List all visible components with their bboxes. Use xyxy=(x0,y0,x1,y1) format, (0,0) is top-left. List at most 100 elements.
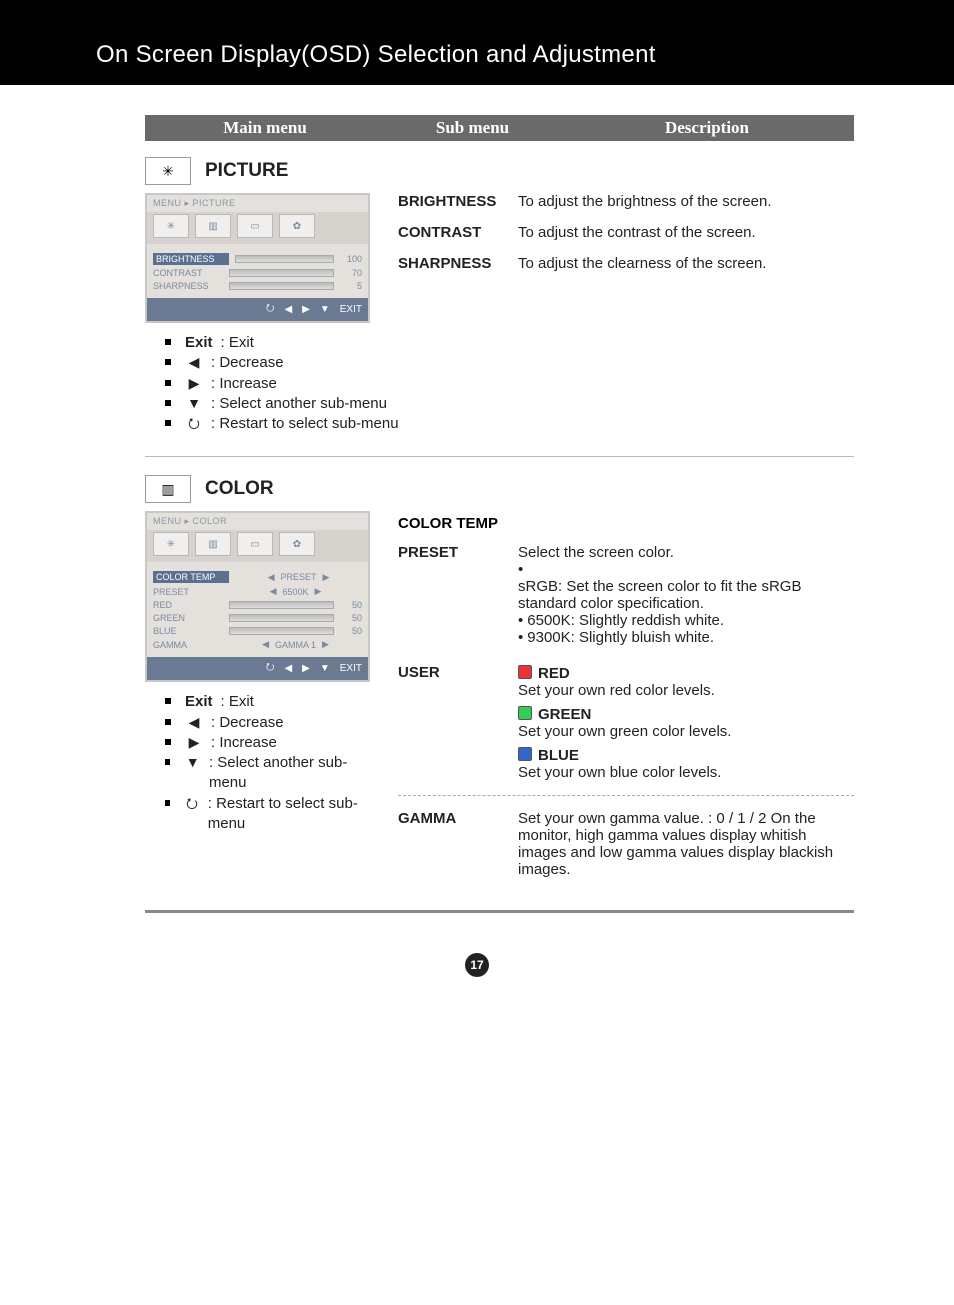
left-arrow-icon: ◀ xyxy=(185,713,203,732)
osd-row-blue[interactable]: BLUE 50 xyxy=(153,626,362,636)
legend-return: : Restart to select sub-menu xyxy=(211,414,399,434)
osd-tab-color-icon[interactable]: ▥ xyxy=(195,214,231,238)
legend-exit-desc: : Exit xyxy=(221,333,254,353)
red-desc: Set your own red color levels. xyxy=(518,682,854,699)
osd-row-gamma[interactable]: GAMMA ◀ GAMMA 1 ▶ xyxy=(153,639,362,650)
osd-row-green[interactable]: GREEN 50 xyxy=(153,613,362,623)
blue-swatch-icon xyxy=(518,747,532,761)
osd-right-icon[interactable]: ▶ xyxy=(302,304,310,315)
osd-breadcrumb: MENU ▸ PICTURE xyxy=(147,195,368,212)
gamma-desc: Set your own gamma value. : 0 / 1 / 2 On… xyxy=(518,810,854,878)
slider[interactable] xyxy=(229,614,334,622)
preset-opt-9300: 9300K: Slightly bluish white. xyxy=(527,629,714,646)
sub-label: GAMMA xyxy=(398,810,518,878)
legend-right: : Increase xyxy=(211,733,277,753)
osd-return-icon[interactable]: ⭮ xyxy=(266,660,274,677)
desc-text: To adjust the clearness of the screen. xyxy=(518,255,854,272)
osd-tab-screen-icon[interactable]: ▭ xyxy=(237,214,273,238)
user-desc: RED Set your own red color levels. GREEN… xyxy=(518,664,854,781)
bullet-icon xyxy=(165,420,171,426)
slider[interactable] xyxy=(229,627,334,635)
page-footer: 17 xyxy=(0,953,954,977)
osd-exit-button[interactable]: EXIT xyxy=(340,304,362,315)
osd-right-icon[interactable]: ▶ xyxy=(302,663,310,674)
osd-return-icon[interactable]: ⭮ xyxy=(266,301,274,318)
legend-exit-label: Exit xyxy=(185,692,213,712)
legend-left: : Decrease xyxy=(211,713,284,733)
osd-tab-setup-icon[interactable]: ✿ xyxy=(279,532,315,556)
osd-tab-color-icon[interactable]: ▥ xyxy=(195,532,231,556)
osd-row-brightness[interactable]: BRIGHTNESS 100 xyxy=(153,253,362,265)
osd-row-colortemp[interactable]: COLOR TEMP ◀ PRESET ▶ xyxy=(153,571,362,583)
sub-label: BRIGHTNESS xyxy=(398,193,518,210)
green-label: GREEN xyxy=(538,706,591,723)
preset-intro: Select the screen color. xyxy=(518,544,854,561)
preset-opt-srgb: sRGB: Set the screen color to fit the sR… xyxy=(518,578,854,612)
bullet-icon xyxy=(165,359,171,365)
osd-tab-picture-icon[interactable]: ✳ xyxy=(153,214,189,238)
osd-footer: ⭮ ◀ ▶ ▼ EXIT xyxy=(147,657,368,680)
blue-label: BLUE xyxy=(538,747,579,764)
osd-footer: ⭮ ◀ ▶ ▼ EXIT xyxy=(147,298,368,321)
bullet-icon xyxy=(165,800,170,806)
bullet-icon xyxy=(165,380,171,386)
osd-down-icon[interactable]: ▼ xyxy=(320,304,330,315)
blue-desc: Set your own blue color levels. xyxy=(518,764,854,781)
osd-row-contrast[interactable]: CONTRAST 70 xyxy=(153,268,362,278)
osd-row-preset[interactable]: PRESET ◀ 6500K ▶ xyxy=(153,586,362,597)
red-swatch-icon xyxy=(518,665,532,679)
bullet-icon xyxy=(165,698,171,704)
gamma-row: GAMMA Set your own gamma value. : 0 / 1 … xyxy=(398,810,854,878)
color-temp-heading: COLOR TEMP xyxy=(398,515,854,532)
osd-row-sharpness[interactable]: SHARPNESS 5 xyxy=(153,281,362,291)
right-arrow-icon: ▶ xyxy=(185,374,203,393)
osd-left-icon[interactable]: ◀ xyxy=(284,663,292,674)
bullet-icon xyxy=(165,719,171,725)
section-end-rule xyxy=(145,910,854,913)
slider[interactable] xyxy=(229,601,334,609)
return-icon: ⭮ xyxy=(184,794,200,813)
color-title: COLOR xyxy=(205,478,274,500)
picture-osd-panel: MENU ▸ PICTURE ✳ ▥ ▭ ✿ BRIGHTNESS 100 CO… xyxy=(145,193,370,323)
green-swatch-icon xyxy=(518,706,532,720)
slider[interactable] xyxy=(235,255,334,263)
col-sub: Sub menu xyxy=(385,118,560,138)
color-icon: ▥ xyxy=(145,475,191,503)
osd-row-red[interactable]: RED 50 xyxy=(153,600,362,610)
col-main: Main menu xyxy=(145,118,385,138)
osd-down-icon[interactable]: ▼ xyxy=(320,663,330,674)
osd-tab-setup-icon[interactable]: ✿ xyxy=(279,214,315,238)
legend-right: : Increase xyxy=(211,374,277,394)
left-arrow-icon: ◀ xyxy=(185,353,203,372)
legend-left: : Decrease xyxy=(211,353,284,373)
legend-return: : Restart to select sub-menu xyxy=(208,794,370,835)
page-number: 17 xyxy=(465,953,489,977)
legend-exit-desc: : Exit xyxy=(221,692,254,712)
desc-row: BRIGHTNESS To adjust the brightness of t… xyxy=(398,193,854,210)
slider[interactable] xyxy=(229,269,334,277)
osd-exit-button[interactable]: EXIT xyxy=(340,663,362,674)
color-section-header: ▥ COLOR xyxy=(145,475,854,503)
osd-left-icon[interactable]: ◀ xyxy=(284,304,292,315)
picture-title: PICTURE xyxy=(205,160,288,182)
red-label: RED xyxy=(538,665,570,682)
osd-tab-picture-icon[interactable]: ✳ xyxy=(153,532,189,556)
picture-icon: ✳ xyxy=(145,157,191,185)
sub-label: USER xyxy=(398,664,518,781)
preset-desc: Select the screen color. sRGB: Set the s… xyxy=(518,544,854,646)
slider[interactable] xyxy=(229,282,334,290)
down-arrow-icon: ▼ xyxy=(185,394,203,413)
dash-divider xyxy=(398,795,854,796)
column-header: Main menu Sub menu Description xyxy=(145,115,854,141)
color-osd-panel: MENU ▸ COLOR ✳ ▥ ▭ ✿ COLOR TEMP ◀ PRESET… xyxy=(145,511,370,682)
desc-row: CONTRAST To adjust the contrast of the s… xyxy=(398,224,854,241)
osd-breadcrumb: MENU ▸ COLOR xyxy=(147,513,368,530)
bullet-icon xyxy=(165,759,170,765)
osd-tab-screen-icon[interactable]: ▭ xyxy=(237,532,273,556)
desc-text: To adjust the brightness of the screen. xyxy=(518,193,854,210)
user-row: USER RED Set your own red color levels. … xyxy=(398,664,854,781)
return-icon: ⭮ xyxy=(185,414,203,433)
legend-exit-label: Exit xyxy=(185,333,213,353)
legend-down: : Select another sub-menu xyxy=(209,753,370,794)
color-legend: Exit : Exit ◀: Decrease ▶: Increase ▼: S… xyxy=(165,692,370,834)
